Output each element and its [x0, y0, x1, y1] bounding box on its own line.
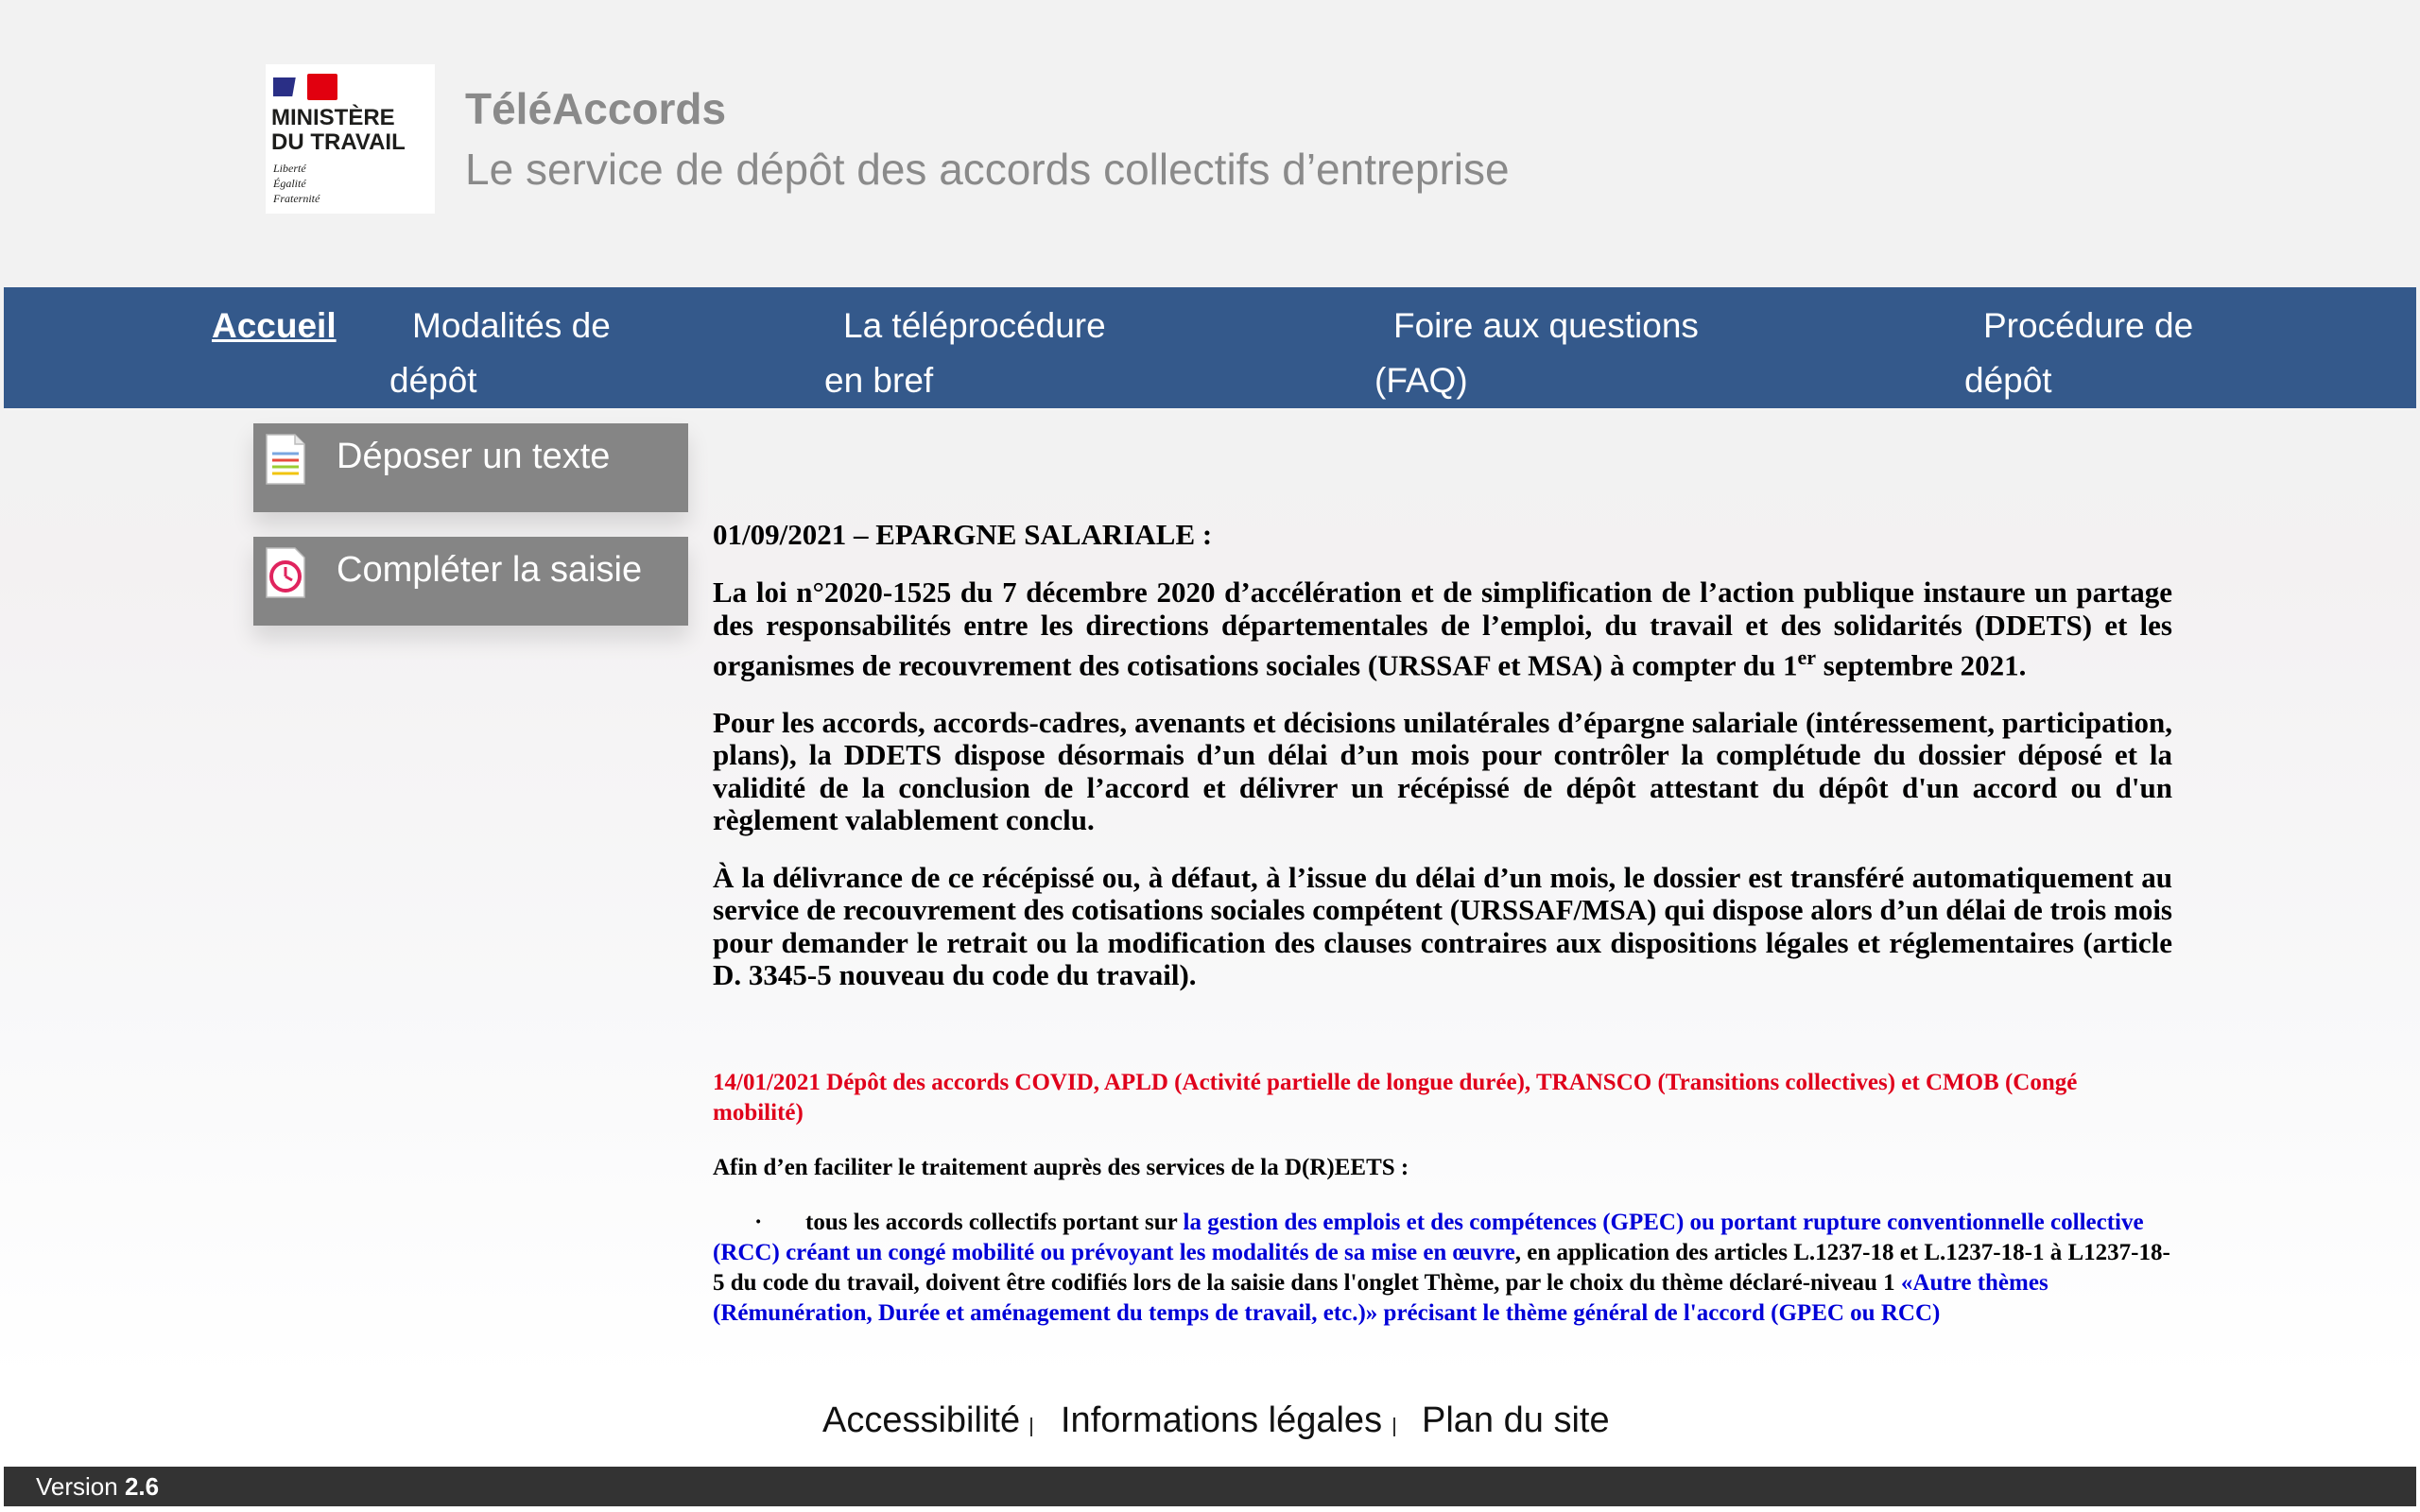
- news-content: 01/09/2021 – EPARGNE SALARIALE : La loi …: [713, 518, 2172, 1353]
- footer-separator: [1030, 1418, 1032, 1436]
- news-paragraph: Pour les accords, accords-cadres, avenan…: [713, 705, 2172, 837]
- footer-link-accessibilite[interactable]: Accessibilité: [822, 1400, 1020, 1441]
- nav-item-procedure-de-depot[interactable]: Procédure de dépôt: [1964, 299, 2193, 408]
- document-icon: [266, 434, 305, 485]
- news-title-epargne-salariale: 01/09/2021 – EPARGNE SALARIALE :: [713, 518, 1213, 551]
- site-tagline: Le service de dépôt des accords collecti…: [465, 145, 1510, 194]
- completer-la-saisie-button[interactable]: Compléter la saisie: [253, 537, 688, 626]
- footer-separator: [1393, 1418, 1395, 1436]
- version-text: Version 2.6: [36, 1472, 160, 1501]
- news-intro: Afin d’en faciliter le traitement auprès…: [713, 1154, 1409, 1180]
- main-nav: Accueil Modalités de dépôt La téléprocéd…: [4, 287, 2416, 411]
- news-title-covid-apld: 14/01/2021 Dépôt des accords COVID, APLD…: [713, 1069, 2078, 1125]
- ministry-logo[interactable]: MINISTÈRE DU TRAVAIL Liberté Égalité Fra…: [266, 64, 435, 214]
- nav-item-accueil[interactable]: Accueil: [212, 299, 337, 353]
- news-paragraph: La loi n°2020-1525 du 7 décembre 2020 d’…: [713, 576, 2172, 682]
- deposer-un-texte-label: Déposer un texte: [337, 437, 611, 476]
- completer-la-saisie-label: Compléter la saisie: [337, 550, 643, 590]
- logo-text: MINISTÈRE DU TRAVAIL: [271, 105, 406, 155]
- version-bar: Version 2.6: [4, 1467, 2416, 1506]
- site-title[interactable]: TéléAccords: [465, 83, 726, 134]
- nav-item-faq[interactable]: Foire aux questions (FAQ): [1374, 299, 1699, 408]
- marianne-flag-icon: [273, 74, 339, 100]
- nav-item-modalites-de-depot[interactable]: Modalités de dépôt: [389, 299, 611, 408]
- footer-link-informations-legales[interactable]: Informations légales: [1061, 1400, 1382, 1441]
- deposer-un-texte-button[interactable]: Déposer un texte: [253, 423, 688, 512]
- news-bullet: · tous les accords collectifs portant sur…: [713, 1209, 2170, 1326]
- logo-motto: Liberté Égalité Fraternité: [273, 162, 320, 205]
- clock-icon: [266, 547, 305, 598]
- news-paragraph: À la délivrance de ce récépissé ou, à dé…: [713, 860, 2172, 992]
- footer-link-plan-du-site[interactable]: Plan du site: [1422, 1400, 1610, 1441]
- nav-item-teleprocedure-en-bref[interactable]: La téléprocédure en bref: [824, 299, 1106, 408]
